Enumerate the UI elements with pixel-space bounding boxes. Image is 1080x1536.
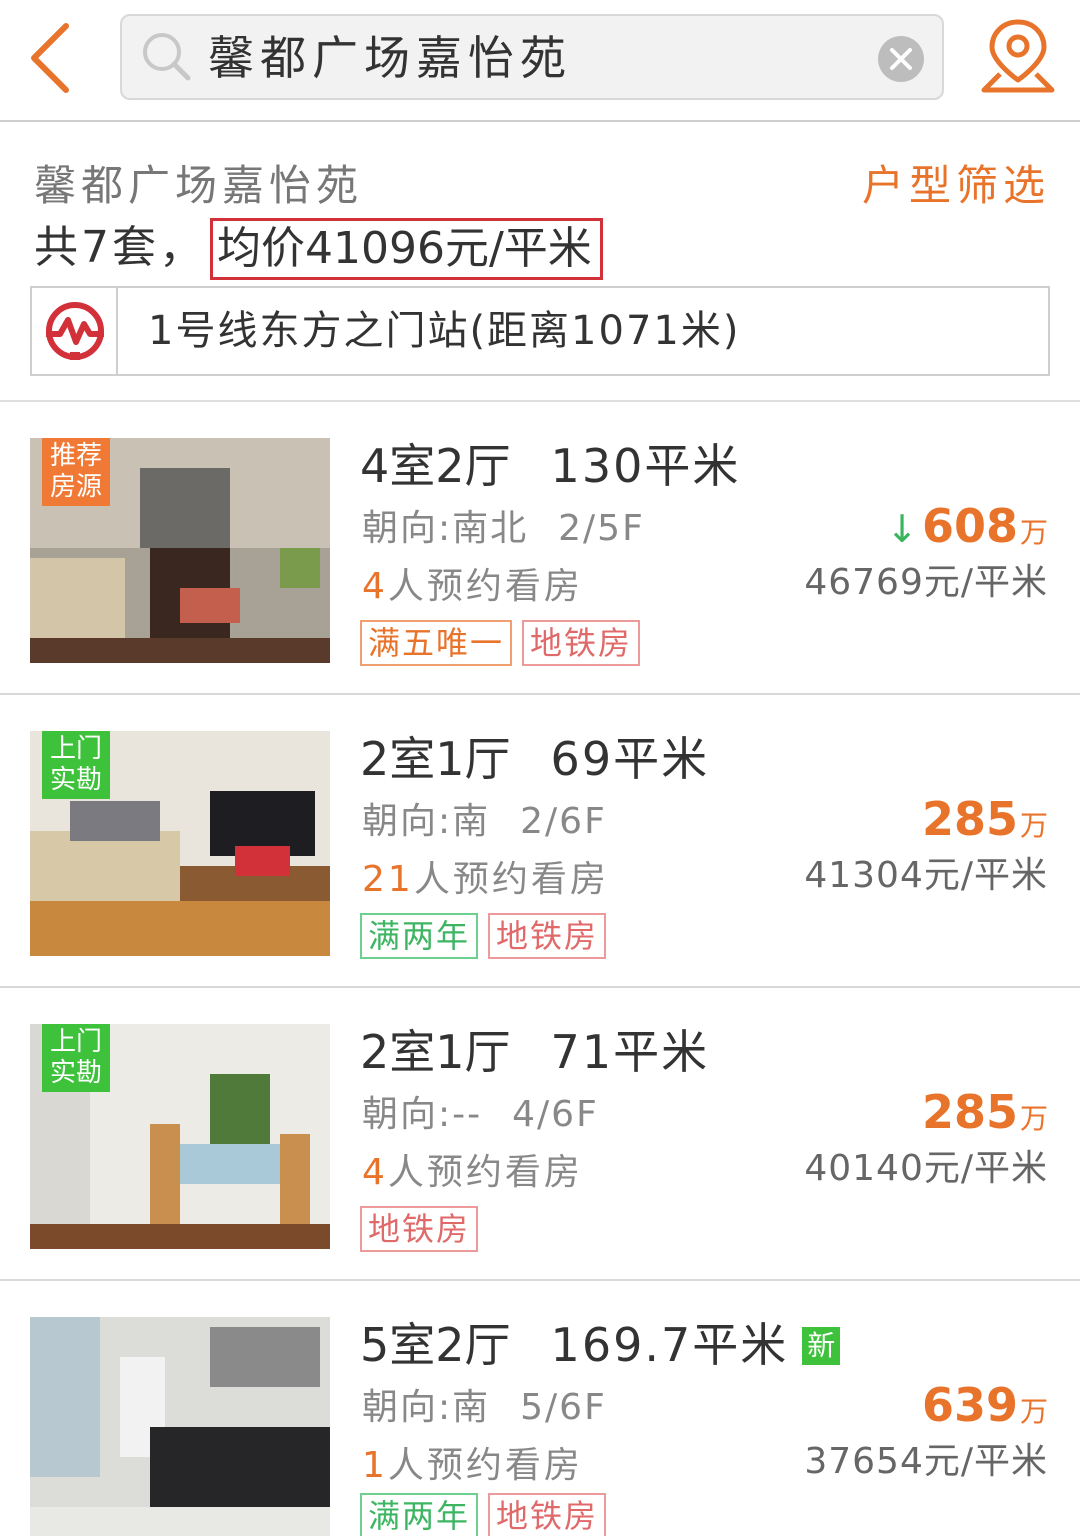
listing-unit-price: 46769元/平米 xyxy=(804,562,1048,603)
search-icon xyxy=(143,33,191,81)
listing-title: 2室1厅 69平米 xyxy=(360,731,709,787)
listing-floor: 2/5F xyxy=(558,508,645,549)
listing-layout: 2室1厅 xyxy=(360,1025,511,1079)
viewers-count: 21 xyxy=(362,859,414,900)
listing-floor: 2/6F xyxy=(520,801,607,842)
clear-icon xyxy=(878,36,924,82)
clear-search-button[interactable] xyxy=(876,34,926,84)
listing-orientation: 朝向:南 xyxy=(362,801,491,842)
viewers-label: 人预约看房 xyxy=(387,1152,583,1193)
price-unit: 万 xyxy=(1019,516,1048,549)
listing-photo: 上门实勘 xyxy=(30,1024,330,1249)
listing-tag: 地铁房 xyxy=(522,620,641,666)
price-unit: 万 xyxy=(1019,809,1048,842)
listing-floor: 4/6F xyxy=(512,1094,599,1135)
back-button[interactable] xyxy=(22,18,82,98)
listing-tag: 地铁房 xyxy=(360,1206,479,1252)
metro-station-text: 1号线东方之门站(距离1071米) xyxy=(148,308,741,354)
listing-photo xyxy=(30,1317,330,1536)
listing-floor: 5/6F xyxy=(520,1387,607,1428)
viewers-label: 人预约看房 xyxy=(413,859,609,900)
listing-item[interactable]: 推荐房源 4室2厅 130平米 朝向:南北 2/5F 4人预约看房 满五唯一 地铁房 … xyxy=(0,402,1080,695)
price-unit: 万 xyxy=(1019,1395,1048,1428)
listing-tags: 满五唯一 地铁房 xyxy=(360,620,650,666)
stats-line: 共7套， 均价41096元/平米 xyxy=(34,218,603,284)
listing-price: 285万 xyxy=(922,1082,1048,1153)
search-value: 馨都广场嘉怡苑 xyxy=(208,31,572,85)
top-bar: 馨都广场嘉怡苑 xyxy=(0,0,1080,122)
listing-tags: 地铁房 xyxy=(360,1206,488,1252)
listing-badge: 上门实勘 xyxy=(42,731,110,799)
community-summary: 馨都广场嘉怡苑 户型筛选 共7套， 均价41096元/平米 1号线东方之门站(距离… xyxy=(0,122,1080,402)
listing-area: 130平米 xyxy=(550,439,741,493)
layout-filter-button[interactable]: 户型筛选 xyxy=(862,158,1050,214)
listing-tag: 地铁房 xyxy=(488,1493,607,1536)
listing-photo: 推荐房源 xyxy=(30,438,330,663)
listing-viewers: 4人预约看房 xyxy=(362,562,583,612)
price-value: 639 xyxy=(921,1378,1018,1432)
listing-tags: 满两年 地铁房 xyxy=(360,1493,616,1536)
listing-item[interactable]: 上门实勘 2室1厅 71平米 朝向:-- 4/6F 4人预约看房 地铁房 285万 … xyxy=(0,988,1080,1281)
listing-orientation: 朝向:-- xyxy=(362,1094,483,1135)
listing-unit-price: 41304元/平米 xyxy=(804,855,1048,896)
metro-logo-icon xyxy=(46,302,104,360)
listing-item[interactable]: 5室2厅 169.7平米新 朝向:南 5/6F 1人预约看房 满两年 地铁房 639万… xyxy=(0,1281,1080,1536)
listing-unit-price: 40140元/平米 xyxy=(804,1148,1048,1189)
search-input[interactable]: 馨都广场嘉怡苑 xyxy=(120,14,944,100)
listing-orientation-row: 朝向:南北 2/5F xyxy=(362,504,645,554)
listing-layout: 5室2厅 xyxy=(360,1318,511,1372)
listing-price: 639万 xyxy=(922,1375,1048,1446)
listing-layout: 2室1厅 xyxy=(360,732,511,786)
listing-area: 69平米 xyxy=(550,732,710,786)
listing-badge: 上门实勘 xyxy=(42,1024,110,1092)
listing-title: 4室2厅 130平米 xyxy=(360,438,740,494)
average-price: 均价41096元/平米 xyxy=(210,218,603,280)
listing-badge: 推荐房源 xyxy=(42,438,110,506)
listing-viewers: 1人预约看房 xyxy=(362,1441,583,1491)
viewers-label: 人预约看房 xyxy=(387,566,583,607)
metro-icon-cell xyxy=(32,288,118,374)
chevron-left-icon xyxy=(31,23,69,93)
price-value: 285 xyxy=(921,1085,1018,1139)
listing-tag: 满五唯一 xyxy=(360,620,513,666)
listing-item[interactable]: 上门实勘 2室1厅 69平米 朝向:南 2/6F 21人预约看房 满两年 地铁房 28… xyxy=(0,695,1080,988)
listing-viewers: 4人预约看房 xyxy=(362,1148,583,1198)
listing-layout: 4室2厅 xyxy=(360,439,511,493)
community-name: 馨都广场嘉怡苑 xyxy=(34,161,364,210)
listing-orientation: 朝向:南北 xyxy=(362,508,529,549)
viewers-count: 4 xyxy=(362,566,388,607)
new-badge: 新 xyxy=(802,1327,841,1365)
listing-area: 71平米 xyxy=(550,1025,710,1079)
listing-orientation-row: 朝向:南 2/6F xyxy=(362,797,607,847)
viewers-count: 1 xyxy=(362,1445,388,1486)
metro-info[interactable]: 1号线东方之门站(距离1071米) xyxy=(30,286,1050,376)
listing-orientation: 朝向:南 xyxy=(362,1387,491,1428)
map-pin-icon xyxy=(981,19,1055,93)
listing-tags: 满两年 地铁房 xyxy=(360,913,616,959)
listing-price: ↓608万 xyxy=(886,496,1048,567)
listing-orientation-row: 朝向:-- 4/6F xyxy=(362,1090,599,1140)
price-unit: 万 xyxy=(1019,1102,1048,1135)
map-button[interactable] xyxy=(978,14,1058,100)
viewers-count: 4 xyxy=(362,1152,388,1193)
price-value: 285 xyxy=(921,792,1018,846)
listing-unit-price: 37654元/平米 xyxy=(804,1441,1048,1482)
listing-title: 2室1厅 71平米 xyxy=(360,1024,709,1080)
price-down-arrow-icon: ↓ xyxy=(886,507,918,551)
price-value: 608 xyxy=(921,499,1018,553)
listing-tag: 地铁房 xyxy=(488,913,607,959)
listing-viewers: 21人预约看房 xyxy=(362,855,609,905)
listing-photo: 上门实勘 xyxy=(30,731,330,956)
listing-count: 共7套， xyxy=(34,222,206,273)
listing-orientation-row: 朝向:南 5/6F xyxy=(362,1383,607,1433)
listing-tag: 满两年 xyxy=(360,913,479,959)
listing-title: 5室2厅 169.7平米新 xyxy=(360,1317,841,1373)
listing-area: 169.7平米 xyxy=(550,1318,789,1372)
viewers-label: 人预约看房 xyxy=(387,1445,583,1486)
listing-price: 285万 xyxy=(922,789,1048,860)
listing-tag: 满两年 xyxy=(360,1493,479,1536)
